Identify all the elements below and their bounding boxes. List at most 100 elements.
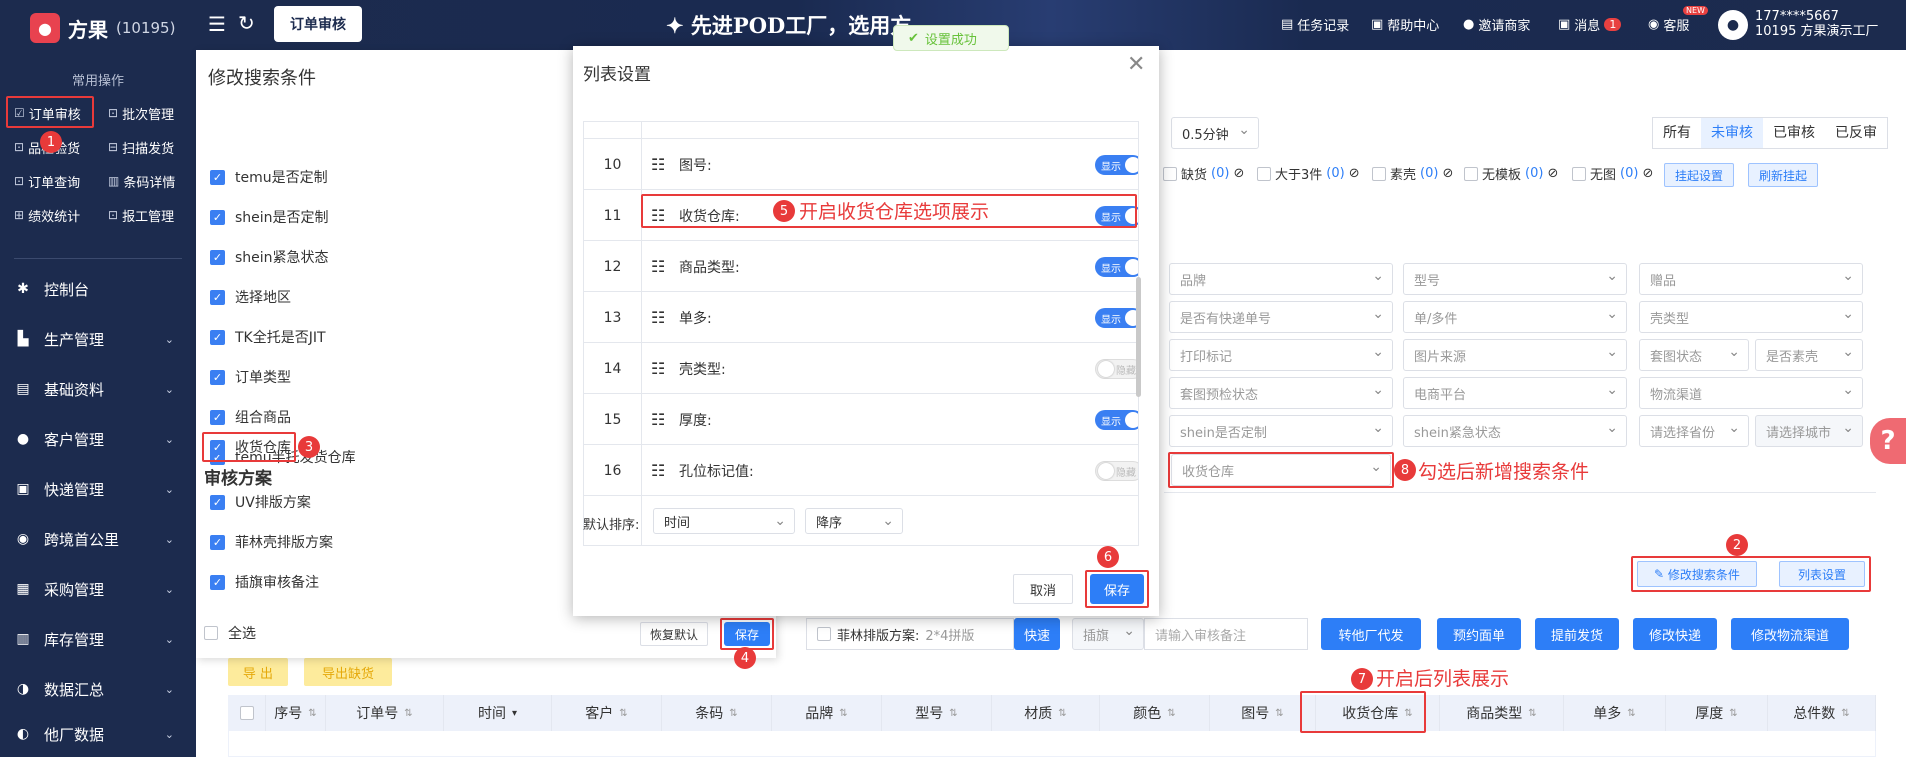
feilin-scheme-select[interactable]: 菲林排版方案: 2*4拼版 [806,618,1014,650]
status-tab-unreviewed[interactable]: 未审核 [1701,118,1763,148]
quick-work-report[interactable]: ⊡ 报工管理 [108,201,174,229]
toggle-switch[interactable]: 显示 [1095,155,1138,175]
shein-custom-select[interactable]: shein是否定制 [1169,415,1393,447]
modify-logistics-button[interactable]: 修改物流渠道 [1731,618,1849,650]
logo[interactable]: ● 方果 (10195) [0,0,196,56]
checkbox-checked-icon[interactable]: ✓ [210,574,225,590]
search-option-item[interactable]: ✓ 组合商品 [210,405,291,429]
toggle-switch[interactable]: 显示 [1095,410,1138,430]
sort-icon[interactable]: ⇅ [1275,708,1283,719]
drag-handle-icon[interactable]: ☷ [651,257,665,276]
menu-other-factory[interactable]: ◐ 他厂数据 ⌄ [0,711,196,757]
sort-icon[interactable]: ⇅ [404,708,412,719]
flag-plain-shell[interactable]: 素壳 (0) ⊘ [1372,164,1453,183]
search-option-item[interactable]: ✓ TK全托是否JIT [210,325,326,349]
menu-cross-border[interactable]: ◉ 跨境首公里 ⌄ [0,516,196,562]
help-center-link[interactable]: ▣ 帮助中心 [1371,15,1439,34]
sort-desc-icon[interactable]: ▾ [512,708,517,719]
checkbox[interactable] [817,627,831,641]
menu-inventory[interactable]: ▥ 库存管理 ⌄ [0,616,196,662]
brand-select[interactable]: 品牌 [1169,263,1393,295]
drag-handle-icon[interactable]: ☷ [651,359,665,378]
status-tab-reversed[interactable]: 已反审 [1825,118,1887,148]
refresh-interval-select[interactable]: 0.5分钟 [1171,117,1259,149]
checkbox-checked-icon[interactable]: ✓ [210,209,225,225]
sort-icon[interactable]: ⇅ [308,708,316,719]
checkbox-checked-icon[interactable]: ✓ [210,289,225,305]
flag-out-of-stock[interactable]: 缺货 (0) ⊘ [1163,164,1244,183]
search-option-item[interactable]: ✓ temu是否定制 [210,165,328,189]
toggle-switch[interactable]: 隐藏 [1095,359,1138,379]
checkbox-checked-icon[interactable]: ✓ [210,409,225,425]
cover-status-select[interactable]: 套图状态 [1639,339,1749,371]
logistics-select[interactable]: 物流渠道 [1639,377,1863,409]
menu-purchase[interactable]: ▦ 采购管理 ⌄ [0,566,196,612]
toggle-switch[interactable]: 显示 [1095,257,1138,277]
fast-button[interactable]: 快速 [1014,618,1060,650]
tab-order-review[interactable]: 订单审核 [274,6,362,42]
sort-icon[interactable]: ⇅ [1729,708,1737,719]
search-option-item[interactable]: ✓ shein紧急状态 [210,245,329,269]
quick-performance[interactable]: ⊞ 绩效统计 [14,201,80,229]
messages-link[interactable]: ▣ 消息 1 [1558,15,1622,34]
toggle-switch[interactable] [1125,122,1138,132]
quick-order-query[interactable]: ⊡ 订单查询 [14,167,80,195]
early-ship-button[interactable]: 提前发货 [1535,618,1619,650]
gift-select[interactable]: 赠品 [1639,263,1863,295]
plain-shell-select[interactable]: 是否素壳 [1755,339,1863,371]
checkbox-checked-icon[interactable]: ✓ [210,534,225,550]
task-record-link[interactable]: ▤ 任务记录 [1281,15,1349,34]
customer-service-link[interactable]: ◉ 客服 [1648,15,1689,34]
flag-select[interactable]: 插旗 [1072,618,1144,650]
review-remark-input[interactable]: 请输入审核备注 [1144,618,1308,650]
suspend-settings-button[interactable]: 挂起设置 [1664,163,1735,187]
menu-express[interactable]: ▣ 快递管理 ⌄ [0,466,196,512]
transfer-other-factory-button[interactable]: 转他厂代发 [1321,618,1421,650]
search-option-item[interactable]: ✓ 菲林壳排版方案 [210,530,333,554]
checkbox-checked-icon[interactable]: ✓ [210,249,225,265]
edit-search-button[interactable]: ✎ 修改搜索条件 [1637,561,1757,587]
flag-no-image[interactable]: 无图 (0) ⊘ [1572,164,1653,183]
sort-icon[interactable]: ⇅ [839,708,847,719]
checkbox-checked-icon[interactable]: ✓ [210,169,225,185]
province-select[interactable]: 请选择省份 [1639,415,1749,447]
search-option-item[interactable]: ✓ 选择地区 [210,285,291,309]
export-missing-button[interactable]: 导出缺货 [304,658,392,686]
drag-handle-icon[interactable]: ☷ [651,461,665,480]
menu-basic-data[interactable]: ▤ 基础资料 ⌄ [0,366,196,412]
search-option-item[interactable]: ✓ shein是否定制 [210,205,329,229]
image-source-select[interactable]: 图片来源 [1403,339,1627,371]
menu-production[interactable]: ▙ 生产管理 ⌄ [0,316,196,362]
reserve-waybill-button[interactable]: 预约面单 [1437,618,1521,650]
hamburger-icon[interactable]: ☰ [208,12,226,36]
sort-icon[interactable]: ⇅ [1167,708,1175,719]
refresh-icon[interactable]: ↻ [238,11,255,35]
modal-cancel-button[interactable]: 取消 [1013,574,1073,604]
shein-urgent-select[interactable]: shein紧急状态 [1403,415,1627,447]
checkbox[interactable] [204,626,218,640]
list-settings-button[interactable]: 列表设置 [1779,561,1865,587]
has-express-select[interactable]: 是否有快递单号 [1169,301,1393,333]
close-icon[interactable]: ✕ [1127,52,1145,77]
search-option-item[interactable]: ✓ 订单类型 [210,365,291,389]
sort-icon[interactable]: ⇅ [949,708,957,719]
city-select[interactable]: 请选择城市 [1755,415,1863,447]
search-option-item[interactable]: ✓ UV排版方案 [210,490,311,514]
checkbox[interactable] [1572,166,1586,181]
quick-barcode-detail[interactable]: ▥ 条码详情 [108,167,175,195]
sort-icon[interactable]: ⇅ [1841,708,1849,719]
sort-icon[interactable]: ⇅ [1627,708,1635,719]
avatar[interactable]: ● [1718,10,1748,40]
cover-check-select[interactable]: 套图预检状态 [1169,377,1393,409]
checkbox-checked-icon[interactable]: ✓ [210,329,225,345]
checkbox-checked-icon[interactable]: ✓ [210,369,225,385]
checkbox[interactable] [1372,166,1386,181]
sort-order-select[interactable]: 降序 [805,508,903,534]
drag-handle-icon[interactable]: ☷ [651,155,665,174]
sort-icon[interactable]: ⇅ [1528,708,1536,719]
single-multi-select[interactable]: 单/多件 [1403,301,1627,333]
menu-customers[interactable]: ● 客户管理 ⌄ [0,416,196,462]
model-select[interactable]: 型号 [1403,263,1627,295]
export-button[interactable]: 导 出 [228,658,288,686]
status-tab-reviewed[interactable]: 已审核 [1763,118,1825,148]
